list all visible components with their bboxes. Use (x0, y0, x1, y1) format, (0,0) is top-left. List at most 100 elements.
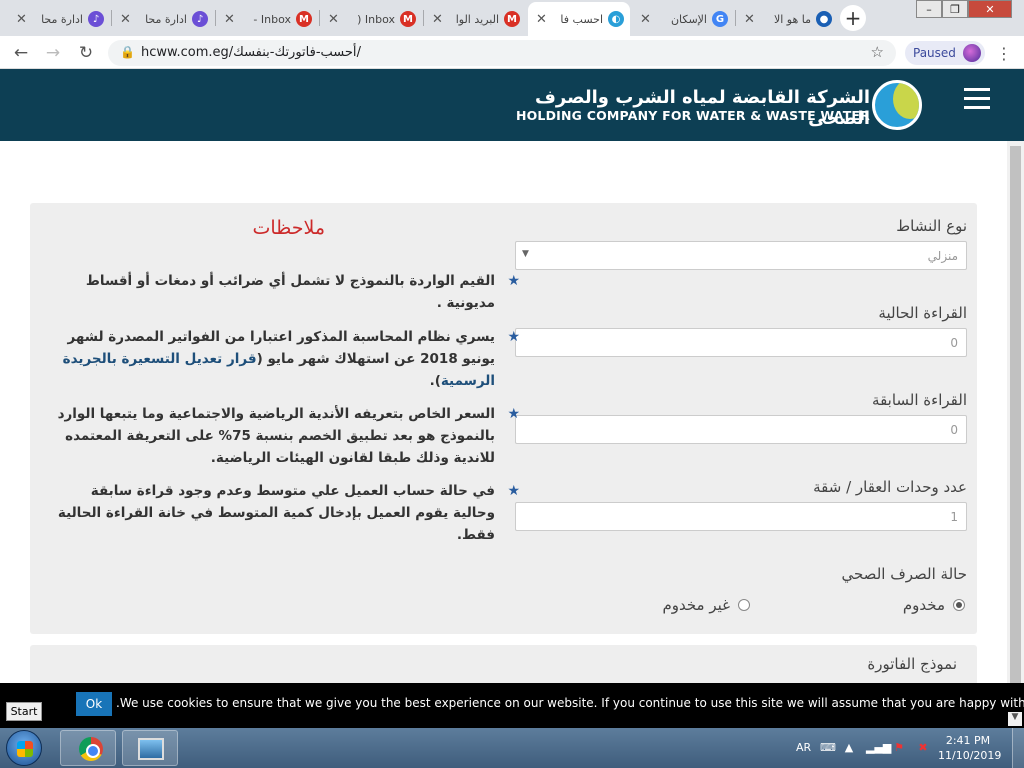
browser-tab[interactable]: ♪ ادارة محا ✕ (112, 2, 214, 36)
tab-close-icon[interactable]: ✕ (432, 12, 443, 27)
tab-title: ادارة محا (145, 12, 187, 26)
notes-title: ملاحظات (252, 217, 325, 239)
sewage-not-served-option[interactable]: غير مخدوم (620, 595, 750, 615)
activity-type-select[interactable]: ▼ منزلي (515, 241, 967, 270)
tab-favicon-icon: ● (816, 11, 832, 27)
start-button[interactable]: Start (6, 702, 42, 721)
browser-tab[interactable]: ● ما هو الا ✕ (736, 2, 838, 36)
profile-paused-button[interactable]: Paused (905, 41, 985, 65)
previous-reading-value: 0 (950, 422, 958, 437)
tab-title: Inbox ( (357, 12, 395, 26)
browser-tab[interactable]: M Inbox - ✕ (216, 2, 318, 36)
star-bullet-icon: ★ (507, 483, 520, 499)
tab-close-icon[interactable]: ✕ (744, 12, 755, 27)
tab-title: البريد الوا (455, 12, 499, 26)
minimize-icon[interactable]: – (916, 0, 942, 18)
scrollbar-thumb[interactable] (1010, 146, 1021, 706)
plus-icon: + (844, 6, 862, 30)
chrome-icon (79, 737, 103, 761)
cookie-message: .We use cookies to ensure that we give y… (116, 696, 1024, 710)
tab-close-icon[interactable]: ✕ (16, 12, 27, 27)
star-bullet-icon: ★ (507, 406, 520, 422)
cookie-ok-button[interactable]: Ok (76, 692, 112, 716)
new-tab-button[interactable]: + (840, 5, 866, 31)
flag-alert-icon[interactable]: ⚑ (892, 741, 906, 754)
browser-tab-strip: ♪ ادارة محا ✕ ♪ ادارة محا ✕ M Inbox - ✕ M Inbox (✕… (0, 0, 1024, 36)
tab-close-icon[interactable]: ✕ (640, 12, 651, 27)
hamburger-menu-icon[interactable] (964, 88, 990, 115)
invoice-model-panel: نموذج الفاتورة (30, 645, 977, 685)
keyboard-icon[interactable]: ⌨ (820, 741, 836, 754)
units-input[interactable]: 1 (515, 502, 967, 531)
browser-tab[interactable]: ◐ احسب فا ✕ (528, 2, 630, 36)
taskbar-photo-viewer-button[interactable] (122, 730, 178, 766)
tab-favicon-icon: ◐ (608, 11, 624, 27)
windows-start-orb-icon[interactable] (6, 730, 42, 766)
tab-favicon-icon: M (296, 11, 312, 27)
served-label: مخدوم (902, 596, 945, 614)
bill-calculator-panel: نوع النشاط ▼ منزلي القراءة الحالية 0 الق… (30, 203, 977, 634)
dropdown-caret-icon: ▼ (522, 249, 529, 259)
taskbar-clock[interactable]: 2:41 PM 11/10/2019 (938, 733, 1002, 763)
tab-title: الإسكان (670, 12, 707, 26)
activity-type-value: منزلي (927, 248, 958, 263)
taskbar-chrome-button[interactable] (60, 730, 116, 766)
browser-tab[interactable]: M البريد الوا ✕ (424, 2, 526, 36)
show-desktop-button[interactable] (1012, 728, 1024, 768)
invoice-model-label: نموذج الفاتورة (867, 655, 957, 673)
address-toolbar: ← → ↻ 🔒 hcww.com.eg/أحسب-فاتورتك-بنفسك/ … (0, 36, 1024, 69)
volume-muted-icon[interactable]: ✖ (916, 741, 930, 754)
tab-close-icon[interactable]: ✕ (120, 12, 131, 27)
sewage-served-option[interactable]: مخدوم (845, 595, 965, 615)
more-menu-icon[interactable]: ⋮ (996, 44, 1012, 63)
language-indicator[interactable]: AR (796, 741, 811, 754)
radio-not-served[interactable] (738, 599, 750, 611)
browser-tab[interactable]: M Inbox ( ✕ (320, 2, 422, 36)
current-reading-label: القراءة الحالية (878, 304, 967, 322)
tab-title: احسب فا (560, 12, 603, 26)
note-item: ★ يسري نظام المحاسبة المذكور اعتبارا من … (50, 326, 520, 392)
units-label: عدد وحدات العقار / شقة (813, 478, 967, 496)
previous-reading-input[interactable]: 0 (515, 415, 967, 444)
tab-favicon-icon: G (712, 11, 728, 27)
back-arrow-icon[interactable]: ← (10, 42, 32, 64)
windows-taskbar: AR ⌨ ▲ ▂▄▆ ⚑ ✖ 2:41 PM 11/10/2019 (0, 728, 1024, 768)
tab-favicon-icon: ♪ (88, 11, 104, 27)
radio-served[interactable] (953, 599, 965, 611)
clock-date: 11/10/2019 (938, 749, 1002, 762)
company-logo-icon[interactable] (872, 80, 922, 130)
paused-label: Paused (913, 46, 956, 60)
tab-title: ما هو الا (773, 12, 811, 26)
url-text[interactable]: hcww.com.eg/أحسب-فاتورتك-بنفسك/ (141, 45, 361, 60)
clock-time: 2:41 PM (945, 734, 991, 747)
address-bar[interactable]: 🔒 hcww.com.eg/أحسب-فاتورتك-بنفسك/ ☆ (108, 40, 896, 66)
current-reading-input[interactable]: 0 (515, 328, 967, 357)
tab-favicon-icon: M (504, 11, 520, 27)
tab-favicon-icon: ♪ (192, 11, 208, 27)
tab-close-icon[interactable]: ✕ (536, 12, 547, 27)
browser-tab[interactable]: ♪ ادارة محا ✕ (8, 2, 110, 36)
units-value: 1 (950, 509, 958, 524)
tray-arrow-icon[interactable]: ▲ (842, 741, 856, 754)
lock-icon: 🔒 (120, 45, 135, 59)
not-served-label: غير مخدوم (662, 596, 730, 614)
tab-favicon-icon: M (400, 11, 416, 27)
site-header: الشركة القابضة لمياه الشرب والصرف الصحى … (0, 69, 1024, 141)
forward-arrow-icon[interactable]: → (42, 42, 64, 64)
close-window-icon[interactable]: ✕ (968, 0, 1012, 18)
scroll-down-arrow-icon[interactable]: ▼ (1008, 712, 1022, 726)
browser-tab[interactable]: G الإسكان ✕ (632, 2, 734, 36)
photo-viewer-icon (138, 738, 164, 760)
bookmark-star-icon[interactable]: ☆ (871, 43, 884, 61)
network-signal-icon[interactable]: ▂▄▆ (866, 741, 891, 754)
reload-icon[interactable]: ↻ (75, 42, 97, 64)
tab-close-icon[interactable]: ✕ (328, 12, 339, 27)
restore-icon[interactable]: ❐ (942, 0, 968, 18)
tab-close-icon[interactable]: ✕ (224, 12, 235, 27)
page-scrollbar[interactable] (1007, 141, 1024, 729)
activity-type-label: نوع النشاط (896, 217, 967, 235)
tab-title: ادارة محا (41, 12, 83, 26)
note-item: ★ في حالة حساب العميل علي متوسط وعدم وجو… (50, 480, 520, 546)
star-bullet-icon: ★ (507, 329, 520, 345)
window-controls: – ❐ ✕ (916, 0, 1012, 18)
